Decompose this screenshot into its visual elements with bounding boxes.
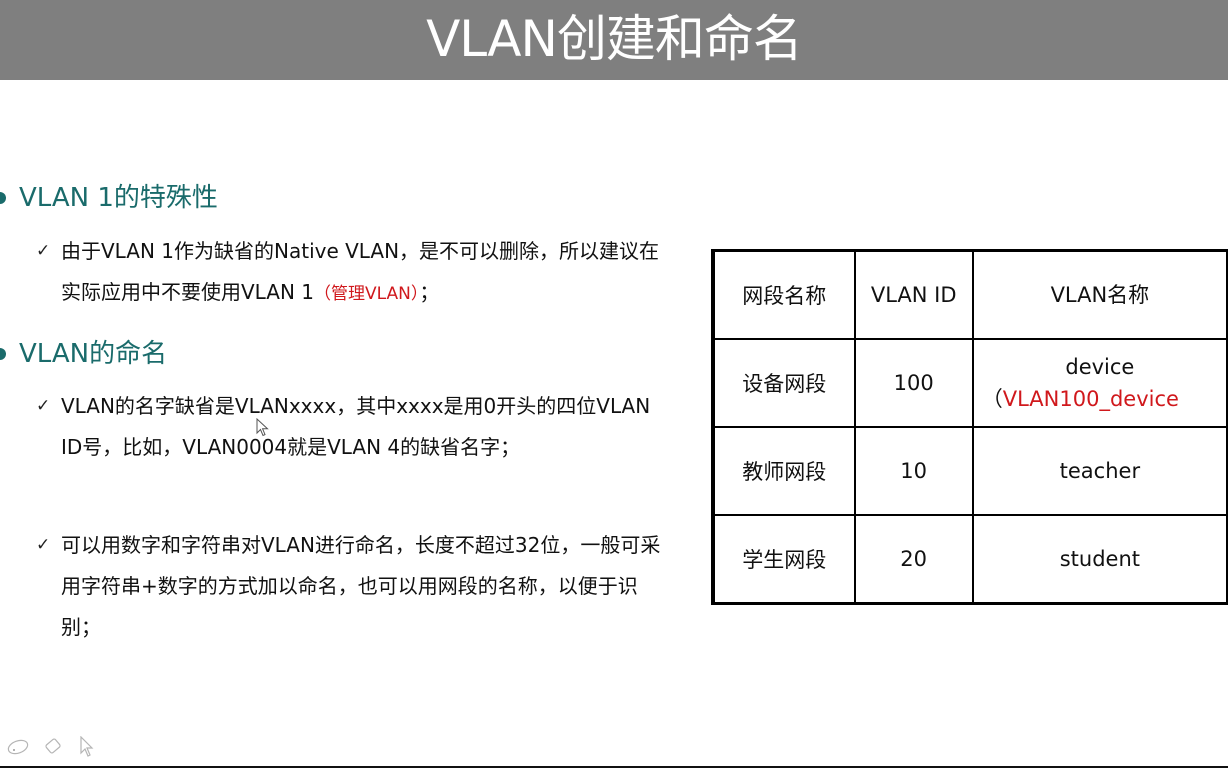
checkmark-icon: ✓	[36, 396, 51, 416]
vlan-id-cell: 20	[853, 514, 974, 605]
vlan-name-note: （VLAN100_device	[974, 383, 1226, 415]
bullet-item: ✓ 由于VLAN 1作为缺省的Native VLAN，是不可以删除，所以建议在实…	[36, 231, 661, 315]
eraser-icon[interactable]	[42, 737, 66, 757]
note-paren: （	[981, 387, 1003, 411]
header-cell: VLAN名称	[971, 249, 1228, 340]
title-bar: VLAN创建和命名	[0, 0, 1228, 80]
vlan-name-cell: student	[971, 514, 1228, 605]
header-cell: VLAN ID	[853, 249, 974, 340]
bullet-dot-icon	[0, 348, 6, 360]
header-cell: 网段名称	[712, 249, 856, 340]
table-row: 设备网段 100 device （VLAN100_device	[712, 338, 1228, 428]
presentation-toolbar	[6, 734, 96, 760]
vlan-name-cell: teacher	[971, 426, 1228, 516]
table-row: 教师网段 10 teacher	[712, 426, 1228, 516]
checkmark-icon: ✓	[36, 241, 51, 261]
vlan-id-cell: 100	[853, 338, 974, 428]
vlan-name-cell: device （VLAN100_device	[971, 338, 1228, 428]
table-header-row: 网段名称 VLAN ID VLAN名称	[712, 249, 1228, 340]
bullet-item: ✓ 可以用数字和字符串对VLAN进行命名，长度不超过32位，一般可采用字符串+数…	[36, 525, 668, 648]
slide-title: VLAN创建和命名	[426, 10, 803, 68]
bullet-item: ✓ VLAN的名字缺省是VLANxxxx，其中xxxx是用0开头的四位VLAN …	[36, 386, 668, 468]
checkmark-icon: ✓	[36, 535, 51, 555]
vlan-table: 网段名称 VLAN ID VLAN名称 设备网段 100 device （VLA…	[711, 249, 1228, 605]
section-heading-text: VLAN的命名	[19, 339, 168, 369]
bullet-dot-icon	[0, 192, 6, 204]
bullet-tail: ；	[419, 280, 440, 304]
pen-icon[interactable]	[6, 737, 30, 757]
bullet-text: 可以用数字和字符串对VLAN进行命名，长度不超过32位，一般可采用字符串+数字的…	[61, 533, 661, 639]
table-row: 学生网段 20 student	[712, 514, 1228, 605]
segment-cell: 设备网段	[712, 338, 856, 428]
bullet-text: VLAN的名字缺省是VLANxxxx，其中xxxx是用0开头的四位VLAN ID…	[61, 394, 651, 459]
vlan-id-cell: 10	[853, 426, 974, 516]
section-heading-text: VLAN 1的特殊性	[19, 183, 218, 213]
bullet-highlight: （管理VLAN）	[314, 284, 420, 304]
vlan-name-note-text: VLAN100_device	[1002, 387, 1179, 411]
pointer-icon[interactable]	[78, 736, 96, 758]
vlan-name: device	[1065, 355, 1135, 379]
segment-cell: 学生网段	[712, 514, 856, 605]
segment-cell: 教师网段	[712, 426, 856, 516]
mouse-cursor-icon	[256, 418, 269, 437]
